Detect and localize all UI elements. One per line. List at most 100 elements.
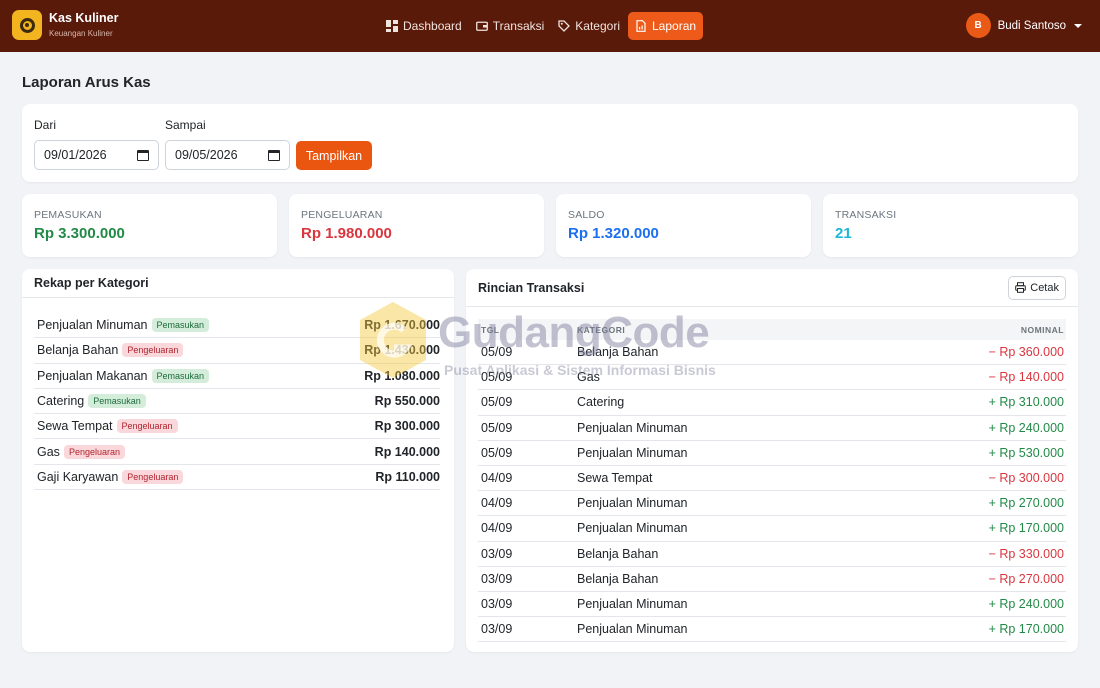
rincian-card: Rincian Transaksi Cetak TGL KATEGORI NOM… — [466, 269, 1078, 652]
top-navbar: Kas Kuliner Keuangan Kuliner Dashboard T… — [0, 0, 1100, 52]
table-row: 04/09 Sewa Tempat − Rp 300.000 — [478, 466, 1066, 492]
rekap-row: Sewa Tempat Pengeluaran Rp 300.000 — [34, 414, 440, 440]
brand[interactable]: Kas Kuliner Keuangan Kuliner — [12, 10, 118, 40]
cell-amount: − Rp 140.000 — [988, 370, 1064, 385]
type-badge: Pengeluaran — [63, 444, 125, 459]
cell-date: 03/09 — [481, 622, 513, 637]
rincian-title: Rincian Transaksi — [478, 280, 585, 295]
wallet-icon — [475, 21, 488, 31]
nav-dashboard-label: Dashboard — [403, 19, 462, 33]
table-row: 03/09 Penjualan Minuman + Rp 240.000 — [478, 592, 1066, 618]
nav-laporan-label: Laporan — [652, 19, 697, 33]
to-label: Sampai — [165, 118, 206, 132]
cell-date: 05/09 — [481, 370, 513, 385]
col-kategori: KATEGORI — [577, 324, 626, 335]
show-button[interactable]: Tampilkan — [296, 141, 372, 170]
stat-label: TRANSAKSI — [835, 209, 897, 221]
table-row: 05/09 Belanja Bahan − Rp 360.000 — [478, 340, 1066, 366]
cell-amount: + Rp 170.000 — [988, 521, 1064, 536]
user-menu[interactable]: B Budi Santoso — [965, 13, 1082, 38]
brand-subtitle: Keuangan Kuliner — [49, 28, 113, 38]
nav-transaksi[interactable]: Transaksi — [470, 12, 551, 40]
rekap-amount: Rp 1.080.000 — [364, 368, 440, 383]
rekap-category-name: Catering — [37, 394, 85, 409]
rekap-row: Belanja Bahan Pengeluaran Rp 1.430.000 — [34, 338, 440, 364]
to-date-input[interactable]: 09/05/2026 — [165, 140, 290, 170]
rekap-card: Rekap per Kategori Penjualan Minuman Pema… — [22, 269, 454, 652]
cell-category: Penjualan Minuman — [577, 420, 688, 435]
main-nav: Dashboard Transaksi Kategori Laporan — [380, 12, 705, 40]
rekap-row: Catering Pemasukan Rp 550.000 — [34, 389, 440, 415]
table-row: 04/09 Penjualan Minuman + Rp 170.000 — [478, 516, 1066, 542]
cell-date: 05/09 — [481, 420, 513, 435]
rekap-amount: Rp 1.670.000 — [364, 318, 440, 333]
brand-title: Kas Kuliner — [49, 10, 119, 25]
stat-value: Rp 3.300.000 — [34, 225, 125, 242]
type-badge: Pengeluaran — [122, 343, 184, 358]
rekap-category-name: Penjualan Makanan — [37, 368, 148, 383]
table-row: 03/09 Penjualan Minuman + Rp 170.000 — [478, 617, 1066, 643]
table-body: 05/09 Belanja Bahan − Rp 360.000 05/09 Gas − … — [478, 340, 1066, 643]
stat-value: 21 — [835, 225, 852, 242]
table-row: 05/09 Penjualan Minuman + Rp 240.000 — [478, 416, 1066, 441]
rekap-row: Penjualan Makanan Pemasukan Rp 1.080.000 — [34, 364, 440, 389]
print-label: Cetak — [1030, 281, 1059, 294]
cell-date: 03/09 — [481, 571, 513, 586]
cell-category: Penjualan Minuman — [577, 445, 688, 460]
table-row: 03/09 Belanja Bahan − Rp 270.000 — [478, 567, 1066, 592]
type-badge: Pemasukan — [151, 368, 210, 383]
cell-date: 05/09 — [481, 445, 513, 460]
table-row: 05/09 Gas − Rp 140.000 — [478, 365, 1066, 391]
rekap-category: Sewa Tempat Pengeluaran — [37, 419, 178, 434]
rekap-category: Gas Pengeluaran — [37, 444, 125, 459]
from-group: Dari 09/01/2026 — [34, 118, 159, 170]
cell-date: 03/09 — [481, 596, 513, 611]
type-badge: Pengeluaran — [122, 469, 184, 484]
calendar-icon[interactable] — [137, 149, 149, 161]
report-icon — [636, 20, 646, 32]
from-date-input[interactable]: 09/01/2026 — [34, 140, 159, 170]
cell-amount: + Rp 530.000 — [988, 445, 1064, 460]
cell-category: Belanja Bahan — [577, 345, 659, 360]
cell-amount: − Rp 270.000 — [988, 571, 1064, 586]
table-row: 05/09 Penjualan Minuman + Rp 530.000 — [478, 441, 1066, 466]
rekap-row: Gaji Karyawan Pengeluaran Rp 110.000 — [34, 465, 440, 491]
rekap-amount: Rp 140.000 — [374, 444, 440, 459]
cell-category: Penjualan Minuman — [577, 496, 688, 511]
rekap-category-name: Gas — [37, 444, 60, 459]
nav-laporan[interactable]: Laporan — [628, 12, 704, 40]
rincian-header: Rincian Transaksi Cetak — [466, 269, 1078, 307]
stat-label: PENGELUARAN — [301, 209, 383, 221]
cell-amount: − Rp 360.000 — [988, 345, 1064, 360]
rekap-category: Penjualan Minuman Pemasukan — [37, 318, 210, 333]
stat-label: PEMASUKAN — [34, 209, 102, 221]
cell-category: Sewa Tempat — [577, 471, 653, 486]
cell-date: 04/09 — [481, 471, 513, 486]
nav-dashboard[interactable]: Dashboard — [380, 12, 468, 40]
nav-kategori-label: Kategori — [575, 19, 620, 33]
cell-date: 03/09 — [481, 546, 513, 561]
stat-saldo: SALDO Rp 1.320.000 — [556, 194, 811, 257]
rekap-category: Gaji Karyawan Pengeluaran — [37, 469, 184, 484]
rekap-row: Penjualan Minuman Pemasukan Rp 1.670.000 — [34, 313, 440, 339]
rekap-category: Penjualan Makanan Pemasukan — [37, 368, 210, 383]
cell-amount: − Rp 330.000 — [988, 546, 1064, 561]
type-badge: Pemasukan — [88, 394, 146, 409]
rekap-amount: Rp 550.000 — [374, 394, 440, 409]
to-group: Sampai 09/05/2026 — [165, 118, 290, 170]
rekap-category-name: Penjualan Minuman — [37, 318, 148, 333]
cell-amount: − Rp 300.000 — [988, 471, 1064, 486]
nav-kategori[interactable]: Kategori — [552, 12, 626, 40]
cell-date: 04/09 — [481, 496, 513, 511]
calendar-icon[interactable] — [268, 149, 280, 161]
type-badge: Pengeluaran — [116, 419, 178, 434]
page-title: Laporan Arus Kas — [22, 74, 151, 91]
filter-card: Dari 09/01/2026 Sampai 09/05/2026 Tampil… — [22, 104, 1078, 182]
to-date-value: 09/05/2026 — [175, 148, 238, 162]
cell-amount: + Rp 310.000 — [988, 395, 1064, 410]
rekap-category-name: Gaji Karyawan — [37, 469, 119, 484]
type-badge: Pemasukan — [151, 318, 210, 333]
tag-icon — [558, 20, 571, 32]
print-button[interactable]: Cetak — [1008, 275, 1066, 300]
rekap-category-name: Belanja Bahan — [37, 343, 119, 358]
